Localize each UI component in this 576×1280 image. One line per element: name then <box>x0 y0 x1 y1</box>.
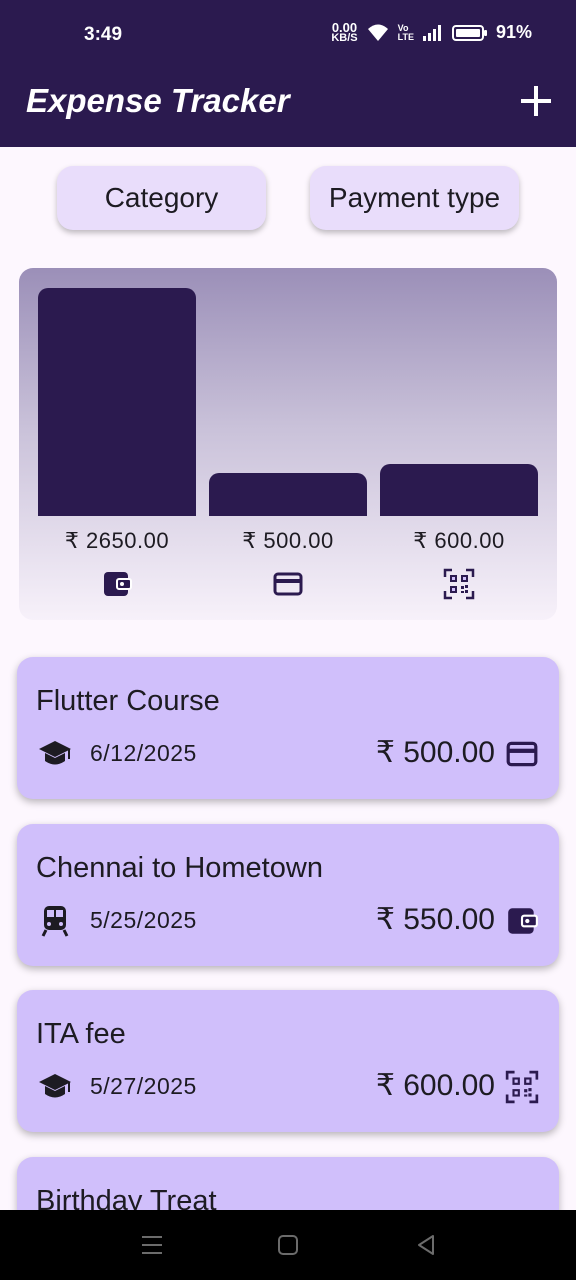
chart-bar-value: ₹ 500.00 <box>242 528 334 553</box>
chart-bar <box>209 473 367 516</box>
graduation-cap-icon <box>37 737 73 771</box>
status-bar: 3:49 0.00 KB/S Vo LTE 91% <box>0 0 576 72</box>
app-bar: Expense Tracker <box>0 72 576 147</box>
expense-amount: ₹ 500.00 <box>375 736 495 769</box>
plus-icon[interactable] <box>520 84 552 118</box>
wallet-icon <box>505 904 539 938</box>
signal-icon <box>422 24 441 41</box>
expense-title: Chennai to Hometown <box>36 852 323 884</box>
expense-title: ITA fee <box>36 1018 126 1050</box>
expense-card[interactable]: Flutter Course 6/12/2025 ₹ 500.00 <box>17 657 559 799</box>
wallet-icon <box>101 568 133 600</box>
menu-icon[interactable] <box>139 1232 165 1258</box>
expense-date: 6/12/2025 <box>90 740 197 766</box>
payment-type-filter-button[interactable]: Payment type <box>310 166 519 230</box>
payment-chart: ₹ 2650.00 ₹ 500.00 ₹ 600.00 <box>19 268 557 620</box>
expense-card[interactable]: Chennai to Hometown 5/25/2025 ₹ 550.00 <box>17 824 559 966</box>
chart-column: ₹ 2650.00 <box>38 268 196 620</box>
home-icon[interactable] <box>275 1232 301 1258</box>
train-icon <box>37 904 73 938</box>
category-filter-button[interactable]: Category <box>57 166 266 230</box>
battery-percent: 91% <box>495 22 532 42</box>
net-speed: 0.00 KB/S <box>331 19 358 44</box>
expense-date: 5/27/2025 <box>90 1073 197 1099</box>
volte-bottom: LTE <box>397 31 414 42</box>
status-time: 3:49 <box>84 24 123 45</box>
chart-bar-value: ₹ 2650.00 <box>64 528 170 553</box>
credit-card-icon <box>505 737 539 771</box>
graduation-cap-icon <box>37 1070 73 1104</box>
chart-column: ₹ 500.00 <box>209 268 367 620</box>
chart-bar <box>38 288 196 516</box>
battery-icon <box>451 24 487 41</box>
qr-code-icon <box>443 568 475 600</box>
wifi-icon <box>367 24 388 41</box>
expense-amount: ₹ 600.00 <box>375 1069 495 1102</box>
app-title: Expense Tracker <box>26 82 290 119</box>
expense-title: Flutter Course <box>36 685 220 717</box>
net-speed-value: 0.00 <box>331 19 358 35</box>
volte-indicator: Vo LTE <box>397 23 414 42</box>
system-nav-bar <box>0 1210 576 1280</box>
qr-code-icon <box>505 1070 539 1104</box>
status-indicators: 0.00 KB/S Vo LTE 91% <box>331 19 532 44</box>
net-speed-unit: KB/S <box>331 31 358 44</box>
expense-amount: ₹ 550.00 <box>375 903 495 936</box>
expense-date: 5/25/2025 <box>90 907 197 933</box>
back-icon[interactable] <box>413 1232 439 1258</box>
expense-card[interactable]: ITA fee 5/27/2025 ₹ 600.00 <box>17 990 559 1132</box>
credit-card-icon <box>272 568 304 600</box>
chart-bar <box>380 464 538 516</box>
chart-column: ₹ 600.00 <box>380 268 538 620</box>
chart-bar-value: ₹ 600.00 <box>413 528 505 553</box>
